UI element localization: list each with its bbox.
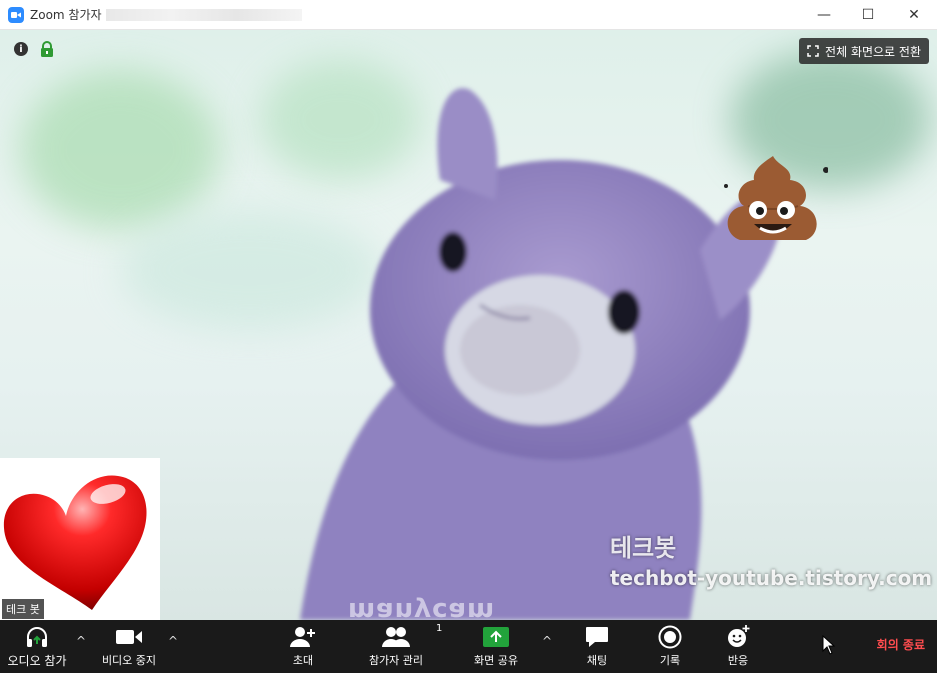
encryption-lock-icon[interactable] bbox=[40, 41, 54, 57]
redacted-title-region bbox=[105, 8, 302, 21]
chat-bubble-icon bbox=[586, 627, 608, 647]
watermark-url: techbot-youtube.tistory.com bbox=[610, 566, 933, 590]
join-audio-label: 오디오 참가 bbox=[7, 653, 67, 668]
fullscreen-label: 전체 화면으로 전환 bbox=[825, 44, 921, 59]
audio-options-caret[interactable]: ^ bbox=[76, 634, 86, 648]
share-options-caret[interactable]: ^ bbox=[542, 634, 552, 648]
participants-count-badge: 1 bbox=[436, 623, 443, 634]
poop-emoji-sticker bbox=[724, 156, 828, 240]
participants-icon bbox=[382, 627, 410, 647]
join-audio-button[interactable]: 오디오 참가 bbox=[4, 620, 70, 673]
manage-participants-button[interactable]: 1 참가자 관리 bbox=[360, 620, 442, 673]
chat-label: 채팅 bbox=[586, 654, 608, 667]
smiley-add-icon bbox=[728, 625, 750, 647]
end-meeting-button[interactable]: 회의 종료 bbox=[877, 636, 925, 653]
share-screen-label: 화면 공유 bbox=[474, 654, 518, 667]
participant-name-label: 테크 봇 bbox=[2, 599, 44, 619]
chat-button[interactable]: 채팅 bbox=[576, 620, 618, 673]
video-options-caret[interactable]: ^ bbox=[168, 634, 178, 648]
fullscreen-icon bbox=[807, 45, 819, 57]
manage-participants-label: 참가자 관리 bbox=[368, 654, 424, 667]
video-area: i 전체 화면으로 전환 테크 봇 테크봇 techbot-youtube.ti… bbox=[0, 30, 937, 620]
stop-video-button[interactable]: 비디오 중지 bbox=[96, 620, 162, 673]
title-bar: Zoom 참가자 — ☐ ✕ bbox=[0, 0, 937, 30]
record-button[interactable]: 기록 bbox=[648, 620, 692, 673]
invite-label: 초대 bbox=[292, 654, 314, 667]
fullscreen-button[interactable]: 전체 화면으로 전환 bbox=[799, 38, 929, 64]
reactions-button[interactable]: 반응 bbox=[716, 620, 760, 673]
record-label: 기록 bbox=[659, 654, 681, 667]
stop-video-label: 비디오 중지 bbox=[101, 654, 157, 667]
headphones-icon bbox=[27, 626, 47, 647]
invite-button[interactable]: 초대 bbox=[280, 620, 326, 673]
minimize-button[interactable]: — bbox=[801, 0, 847, 30]
add-person-icon bbox=[290, 627, 315, 647]
watermark-korean: 테크봇 bbox=[610, 534, 677, 562]
record-icon bbox=[658, 625, 682, 649]
meeting-toolbar: 오디오 참가 ^ 비디오 중지 ^ 초대 1 참가자 관리 화면 공유 ^ 채팅… bbox=[0, 620, 937, 673]
zoom-app-icon bbox=[8, 6, 24, 23]
close-button[interactable]: ✕ bbox=[891, 0, 937, 30]
window-title: Zoom 참가자 bbox=[30, 8, 102, 22]
meeting-info-icon[interactable]: i bbox=[14, 42, 28, 56]
share-screen-button[interactable]: 화면 공유 bbox=[466, 620, 526, 673]
video-camera-icon bbox=[116, 630, 142, 644]
mouse-cursor-icon bbox=[822, 635, 836, 655]
reactions-label: 반응 bbox=[727, 654, 749, 667]
share-screen-icon bbox=[483, 627, 509, 647]
heart-image bbox=[3, 475, 147, 610]
maximize-button[interactable]: ☐ bbox=[845, 0, 891, 30]
self-view-tile[interactable] bbox=[0, 458, 160, 620]
manycam-watermark: manycam bbox=[348, 596, 496, 620]
